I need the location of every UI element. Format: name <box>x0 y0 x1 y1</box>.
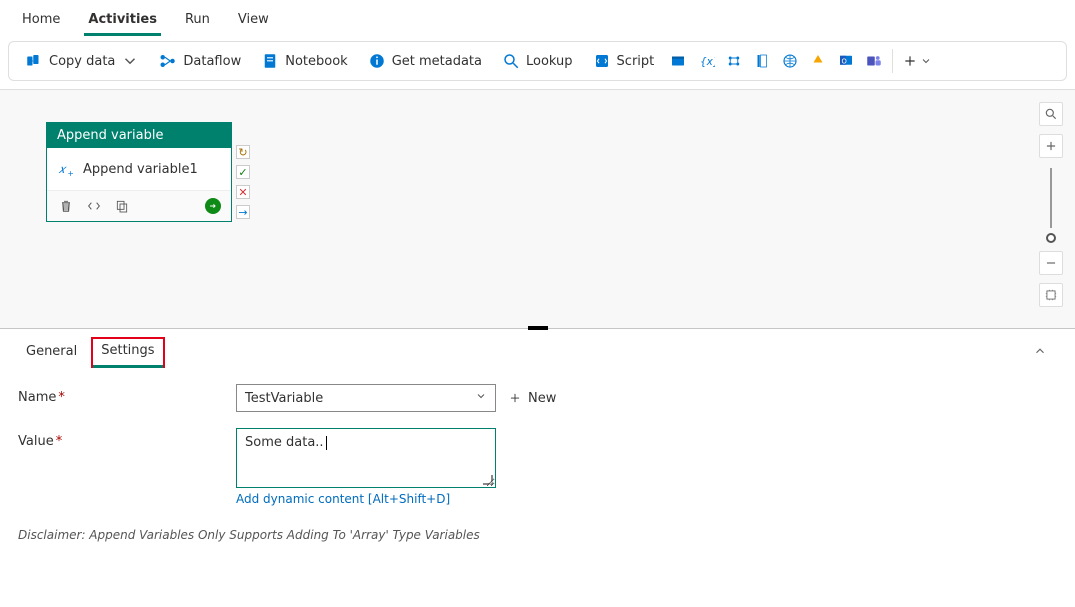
activity-append-variable[interactable]: Append variable 𝑥+ Append variable1 <box>46 122 232 222</box>
toolbar-icon-invoke-pipeline[interactable] <box>720 47 748 75</box>
panel-tabs: General Settings <box>0 329 1075 368</box>
script-button[interactable]: Script <box>583 48 665 74</box>
zoom-slider-thumb[interactable] <box>1046 233 1056 243</box>
value-input[interactable]: Some data.. <box>236 428 496 488</box>
zoom-in-button[interactable] <box>1039 134 1063 158</box>
panel-collapse-button[interactable] <box>1033 344 1059 362</box>
notebook-button[interactable]: Notebook <box>251 48 357 74</box>
search-icon <box>502 52 520 70</box>
svg-text:O: O <box>842 57 847 65</box>
activity-footer <box>47 191 231 221</box>
panel-resize-handle[interactable] <box>528 326 548 330</box>
toolbar-add-button[interactable] <box>897 47 937 75</box>
script-label: Script <box>617 54 655 69</box>
chevron-down-icon <box>121 52 139 70</box>
notebook-icon <box>261 52 279 70</box>
toolbar-icon-variable[interactable]: {x} <box>692 47 720 75</box>
toolbar-separator <box>892 49 893 73</box>
toolbar-icon-office365[interactable]: O <box>832 47 860 75</box>
canvas-zoom-controls <box>1039 102 1063 307</box>
output-skip-icon[interactable]: → <box>236 205 250 219</box>
tab-activities[interactable]: Activities <box>74 6 171 35</box>
output-success-icon[interactable]: ✓ <box>236 165 250 179</box>
tab-general[interactable]: General <box>16 338 87 367</box>
code-icon[interactable] <box>85 197 103 215</box>
activities-toolbar: Copy data Dataflow Notebook Get metadata… <box>8 41 1067 81</box>
zoom-slider-track[interactable] <box>1050 168 1052 228</box>
info-icon <box>368 52 386 70</box>
variable-name-value: TestVariable <box>245 391 323 406</box>
tab-view[interactable]: View <box>224 6 283 35</box>
main-tabs: Home Activities Run View <box>0 0 1075 35</box>
zoom-out-button[interactable] <box>1039 251 1063 275</box>
canvas-search-icon[interactable] <box>1039 102 1063 126</box>
get-metadata-button[interactable]: Get metadata <box>358 48 492 74</box>
toolbar-icon-webhook[interactable] <box>804 47 832 75</box>
script-icon <box>593 52 611 70</box>
toolbar-icon-sql[interactable] <box>664 47 692 75</box>
activity-body: 𝑥+ Append variable1 <box>47 148 231 191</box>
activity-name-label: Append variable1 <box>83 162 198 177</box>
variable-name-select[interactable]: TestVariable <box>236 384 496 412</box>
tab-settings[interactable]: Settings <box>91 337 164 368</box>
pipeline-canvas: Append variable 𝑥+ Append variable1 ↻ ✓ <box>0 89 1075 329</box>
copy-data-label: Copy data <box>49 54 115 69</box>
properties-panel: General Settings Name* TestVariable New <box>0 329 1075 542</box>
run-activity-icon[interactable] <box>205 198 221 214</box>
get-metadata-label: Get metadata <box>392 54 482 69</box>
output-retry-icon[interactable]: ↻ <box>236 145 250 159</box>
dataflow-button[interactable]: Dataflow <box>149 48 251 74</box>
delete-icon[interactable] <box>57 197 75 215</box>
activity-header: Append variable <box>47 123 231 148</box>
tab-home[interactable]: Home <box>8 6 74 35</box>
output-failure-icon[interactable]: ✕ <box>236 185 250 199</box>
toolbar-icon-web[interactable] <box>776 47 804 75</box>
copy-data-button[interactable]: Copy data <box>15 48 149 74</box>
dataflow-label: Dataflow <box>183 54 241 69</box>
copy-icon[interactable] <box>113 197 131 215</box>
svg-text:+: + <box>68 169 74 178</box>
disclaimer-text: Disclaimer: Append Variables Only Suppor… <box>18 522 1057 542</box>
fit-screen-button[interactable] <box>1039 283 1063 307</box>
copy-data-icon <box>25 52 43 70</box>
add-dynamic-content-link[interactable]: Add dynamic content [Alt+Shift+D] <box>236 492 496 506</box>
activity-status-outputs: ↻ ✓ ✕ → <box>236 145 250 219</box>
svg-text:𝑥: 𝑥 <box>59 162 68 176</box>
dataflow-icon <box>159 52 177 70</box>
chevron-down-icon <box>475 390 487 406</box>
row-name: Name* TestVariable New <box>18 384 1057 412</box>
new-variable-button[interactable]: New <box>508 391 556 406</box>
name-label: Name* <box>18 384 236 405</box>
row-value: Value* Some data.. Add dynamic content [… <box>18 428 1057 506</box>
tab-run[interactable]: Run <box>171 6 224 35</box>
append-variable-icon: 𝑥+ <box>57 160 75 178</box>
new-label: New <box>528 391 556 406</box>
notebook-label: Notebook <box>285 54 347 69</box>
lookup-label: Lookup <box>526 54 573 69</box>
toolbar-icon-teams[interactable] <box>860 47 888 75</box>
toolbar-icon-stored-proc[interactable] <box>748 47 776 75</box>
value-label: Value* <box>18 428 236 449</box>
svg-text:{x}: {x} <box>700 56 715 68</box>
lookup-button[interactable]: Lookup <box>492 48 583 74</box>
